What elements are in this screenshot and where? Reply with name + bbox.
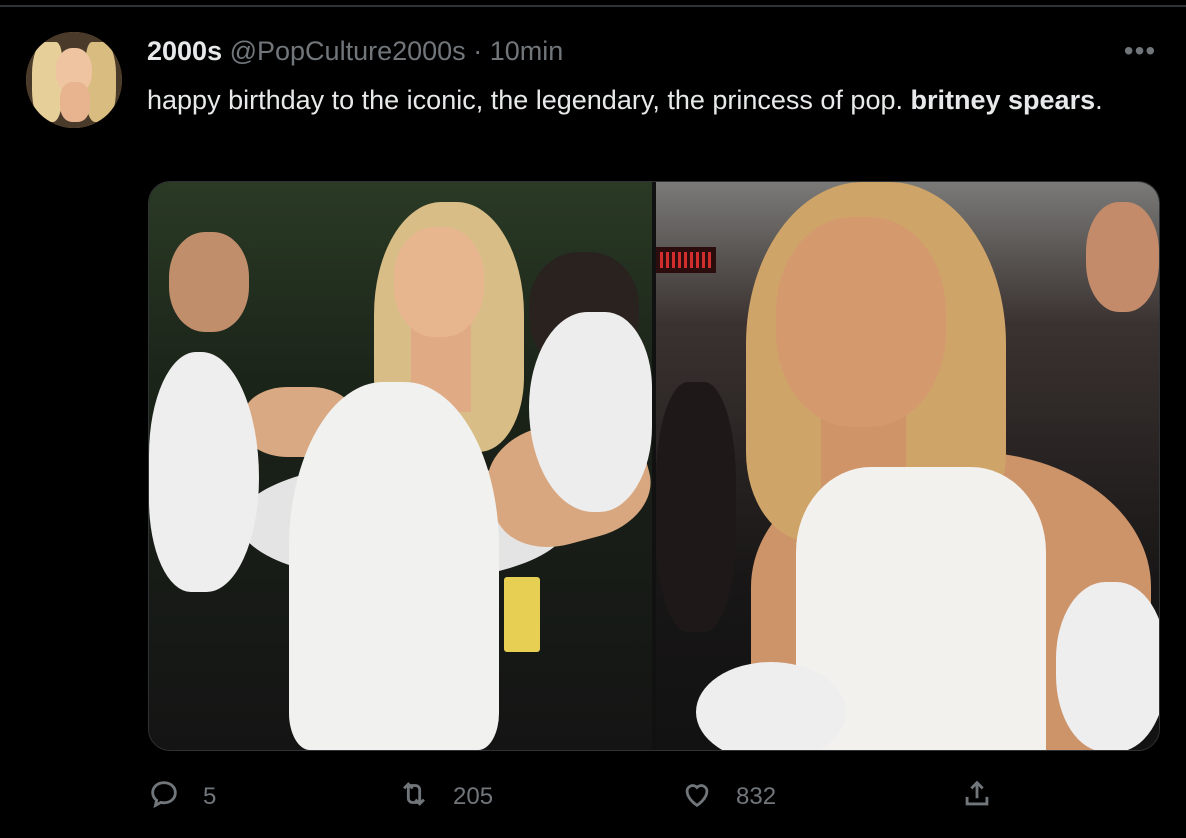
share-icon bbox=[960, 777, 994, 818]
avatar-hair-right bbox=[86, 42, 116, 122]
header-separator: · bbox=[473, 36, 483, 66]
bg-person bbox=[1086, 202, 1159, 312]
timestamp[interactable]: 10min bbox=[490, 36, 564, 66]
avatar[interactable] bbox=[26, 32, 122, 128]
tweet-screen: 2000s @PopCulture2000s · 10min ••• happy… bbox=[0, 0, 1186, 838]
reply-button[interactable]: 5 bbox=[147, 775, 216, 819]
fur-wrap bbox=[529, 312, 652, 512]
heart-icon bbox=[680, 777, 714, 818]
more-options-icon[interactable]: ••• bbox=[1120, 36, 1160, 66]
like-count: 832 bbox=[736, 783, 777, 810]
share-button[interactable] bbox=[960, 775, 994, 819]
retweet-icon bbox=[397, 777, 431, 818]
avatar-hands bbox=[60, 82, 90, 122]
handle[interactable]: @PopCulture2000s bbox=[230, 36, 466, 66]
fur-wrap bbox=[1056, 582, 1159, 750]
tweet-text-space bbox=[1001, 85, 1009, 115]
bg-person bbox=[169, 232, 249, 332]
media-grid bbox=[148, 181, 1160, 751]
tweet-text-plain: happy birthday to the iconic, the legend… bbox=[147, 85, 911, 115]
display-name[interactable]: 2000s bbox=[147, 36, 222, 66]
reply-count: 5 bbox=[203, 783, 217, 810]
face bbox=[776, 217, 946, 427]
tweet-text-bold-last: spears bbox=[1008, 85, 1096, 115]
photo-right[interactable] bbox=[656, 182, 1159, 750]
tweet-header: 2000s @PopCulture2000s · 10min bbox=[147, 34, 563, 68]
like-button[interactable]: 832 bbox=[680, 775, 776, 819]
retweet-count: 205 bbox=[453, 783, 494, 810]
photo-left[interactable] bbox=[149, 182, 652, 750]
tweet-text-bold-first: britney bbox=[910, 85, 1001, 115]
sign-lights bbox=[660, 252, 712, 268]
face bbox=[394, 227, 484, 337]
badge bbox=[504, 577, 540, 652]
retweet-button[interactable]: 205 bbox=[397, 775, 493, 819]
white-dress bbox=[289, 382, 499, 750]
reply-icon bbox=[147, 777, 181, 818]
top-divider bbox=[0, 5, 1186, 7]
fur-wrap bbox=[149, 352, 259, 592]
tweet-actions: 5 205 832 bbox=[0, 775, 1186, 819]
tweet-text: happy birthday to the iconic, the legend… bbox=[147, 80, 1137, 120]
tweet-text-end: . bbox=[1095, 85, 1103, 115]
bg-person bbox=[656, 382, 736, 632]
